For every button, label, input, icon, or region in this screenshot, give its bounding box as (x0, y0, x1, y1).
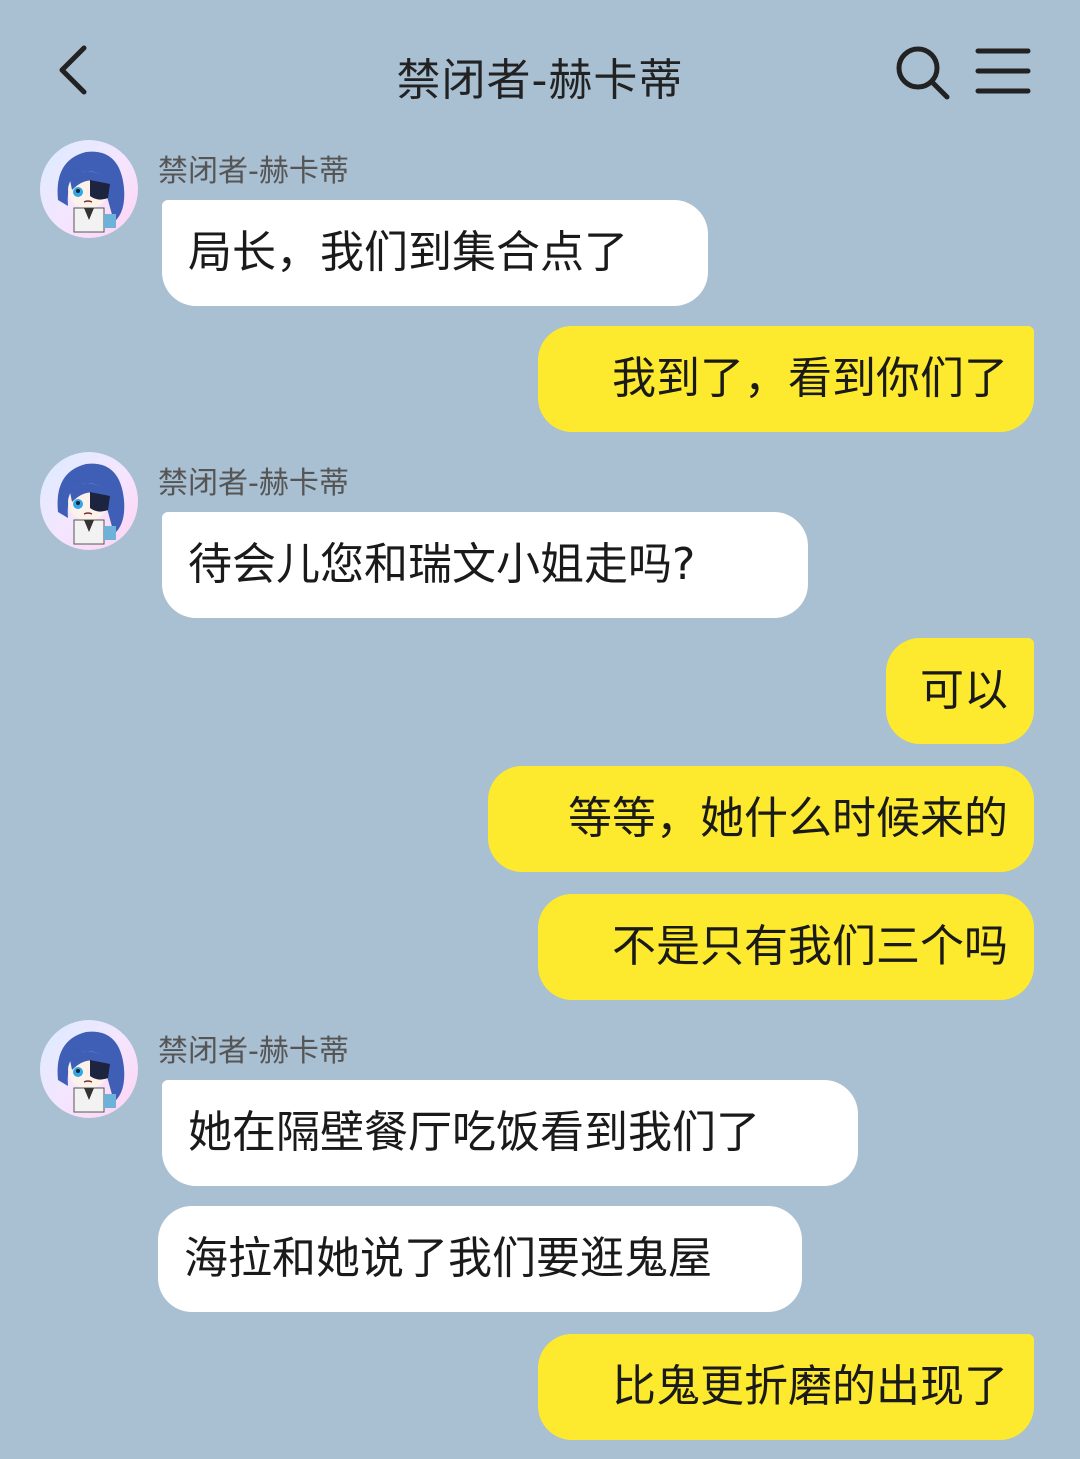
message-bubble-incoming[interactable]: 局长，我们到集合点了 (162, 200, 708, 306)
avatar[interactable] (40, 1020, 138, 1118)
search-icon[interactable] (893, 42, 953, 102)
sender-name: 禁闭者-赫卡蒂 (158, 154, 349, 189)
message-bubble-outgoing[interactable]: 等等，她什么时候来的 (488, 766, 1034, 872)
message-bubble-incoming[interactable]: 她在隔壁餐厅吃饭看到我们了 (162, 1080, 858, 1186)
message-bubble-outgoing[interactable]: 比鬼更折磨的出现了 (538, 1334, 1034, 1440)
sender-name: 禁闭者-赫卡蒂 (158, 466, 349, 501)
menu-icon[interactable] (975, 45, 1031, 97)
avatar[interactable] (40, 452, 138, 550)
avatar[interactable] (40, 140, 138, 238)
sender-name: 禁闭者-赫卡蒂 (158, 1034, 349, 1069)
message-bubble-outgoing[interactable]: 可以 (886, 638, 1034, 744)
chat-header: 禁闭者-赫卡蒂 (0, 0, 1080, 140)
message-bubble-outgoing[interactable]: 不是只有我们三个吗 (538, 894, 1034, 1000)
message-bubble-outgoing[interactable]: 我到了，看到你们了 (538, 326, 1034, 432)
message-bubble-incoming[interactable]: 待会儿您和瑞文小姐走吗? (162, 512, 808, 618)
message-bubble-incoming[interactable]: 海拉和她说了我们要逛鬼屋 (158, 1206, 802, 1312)
